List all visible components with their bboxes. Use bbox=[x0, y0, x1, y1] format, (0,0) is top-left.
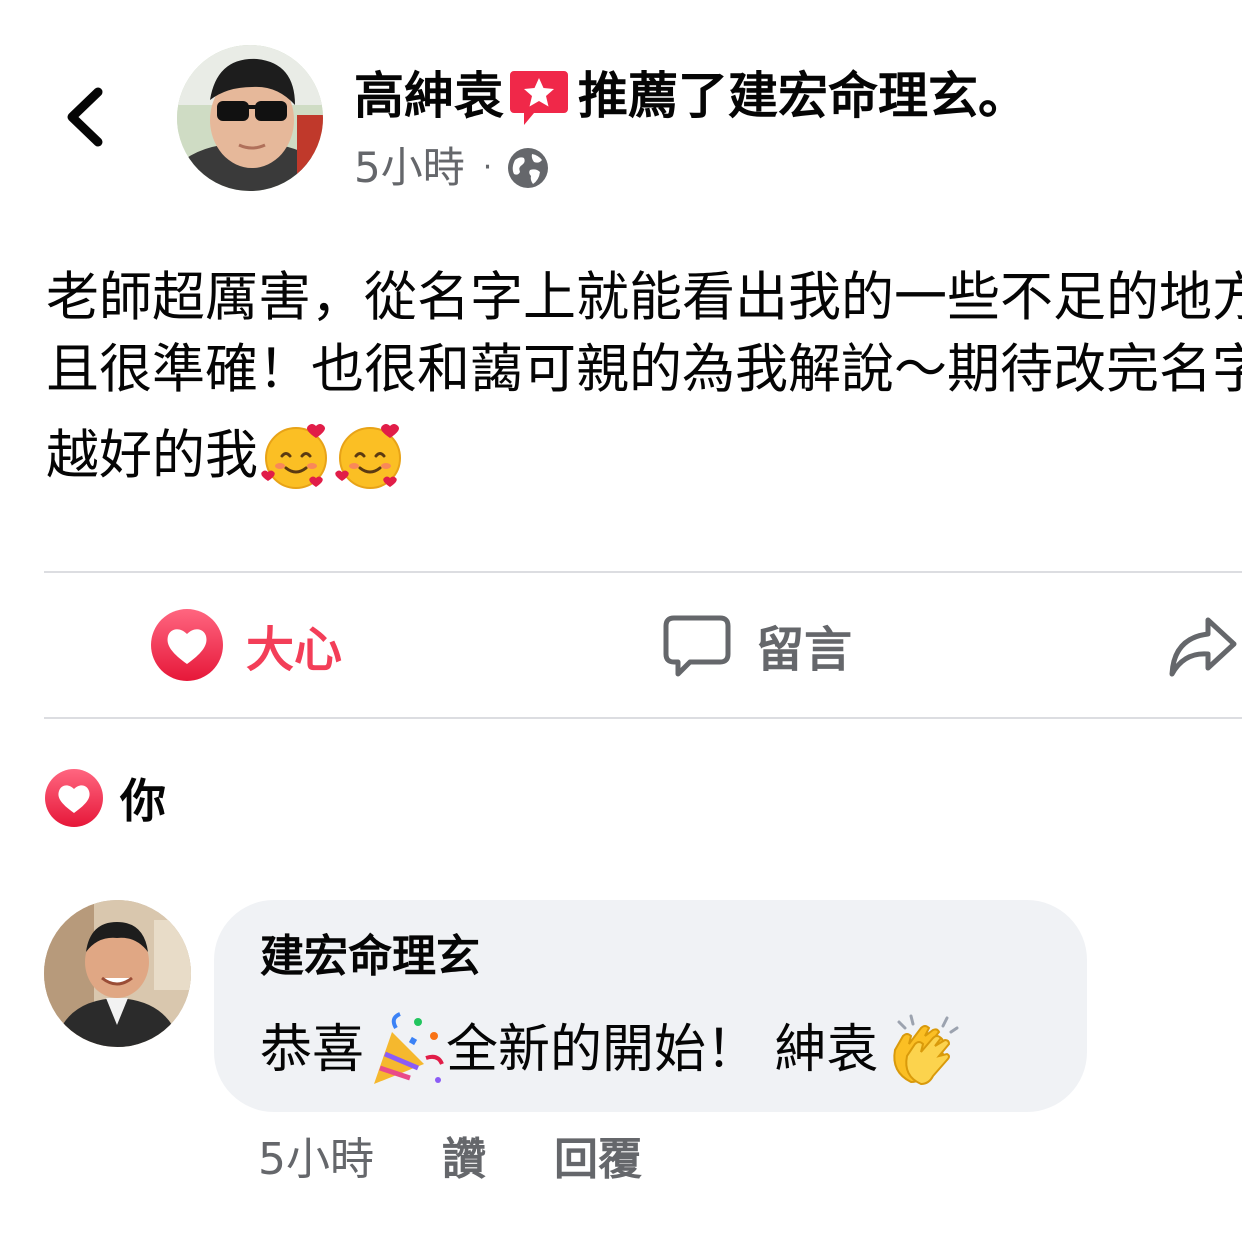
comment-label: 留言 bbox=[756, 622, 853, 678]
comment-text-part: 恭喜 bbox=[260, 1020, 365, 1080]
comment-button[interactable]: 留言 bbox=[660, 605, 852, 685]
share-button[interactable] bbox=[1166, 605, 1240, 685]
person-avatar-icon bbox=[177, 45, 323, 191]
back-button[interactable] bbox=[58, 82, 118, 152]
comment-reply-button[interactable]: 回覆 bbox=[554, 1130, 642, 1190]
comment-time[interactable]: 5小時 bbox=[258, 1130, 374, 1190]
post-action-text[interactable]: 推薦了建宏命理玄。 bbox=[578, 64, 1028, 128]
meta-separator: · bbox=[482, 150, 493, 185]
divider bbox=[44, 571, 1242, 573]
heart-reaction-icon bbox=[45, 769, 103, 827]
comment-author[interactable]: 建宏命理玄 bbox=[260, 926, 480, 988]
post-body-line: 老師超厲害，從名字上就能看出我的一些不足的地方 bbox=[46, 267, 1242, 328]
post-body-line-3: 越好的我 bbox=[46, 420, 406, 492]
clapping-hands-icon bbox=[892, 1014, 959, 1086]
love-label: 大心 bbox=[246, 622, 343, 678]
author-name[interactable]: 高紳袁 bbox=[354, 64, 504, 128]
party-popper-icon bbox=[374, 1012, 444, 1084]
comment-like-button[interactable]: 讚 bbox=[442, 1130, 486, 1190]
recommend-badge-icon bbox=[508, 67, 570, 129]
author-avatar[interactable] bbox=[177, 45, 323, 191]
globe-icon bbox=[508, 148, 549, 188]
post-header-line: 高紳袁 推薦了建宏命理玄。 bbox=[354, 64, 1028, 128]
reaction-label: 你 bbox=[120, 774, 166, 828]
smiling-face-with-hearts-icon bbox=[261, 424, 327, 489]
post-body-line: 且很準確！也很和藹可親的為我解說～期待改完名字 bbox=[46, 339, 1242, 400]
reaction-summary[interactable]: 你 bbox=[44, 765, 166, 831]
smiling-face-with-hearts-icon bbox=[335, 424, 401, 489]
share-arrow-icon bbox=[1169, 617, 1237, 677]
post-body-line: 越好的我 bbox=[46, 425, 258, 486]
comment-text: 恭喜 全新的開始！ 紳袁 bbox=[260, 1010, 961, 1090]
person-avatar-icon bbox=[44, 900, 191, 1047]
comment-meta: 5小時 讚 回覆 bbox=[258, 1130, 642, 1190]
heart-icon bbox=[151, 609, 223, 681]
divider bbox=[44, 717, 1242, 719]
commenter-avatar[interactable] bbox=[44, 900, 191, 1047]
post-time[interactable]: 5小時 bbox=[354, 140, 465, 196]
post-body: 老師超厲害，從名字上就能看出我的一些不足的地方 且很準確！也很和藹可親的為我解說… bbox=[46, 262, 1242, 406]
love-button[interactable]: 大心 bbox=[150, 605, 342, 685]
comment-text-part: 全新的開始！ 紳袁 bbox=[446, 1020, 879, 1080]
chevron-left-icon bbox=[67, 87, 103, 147]
comment-bubble-icon bbox=[663, 615, 731, 677]
post-meta: 5小時 · bbox=[354, 140, 550, 196]
